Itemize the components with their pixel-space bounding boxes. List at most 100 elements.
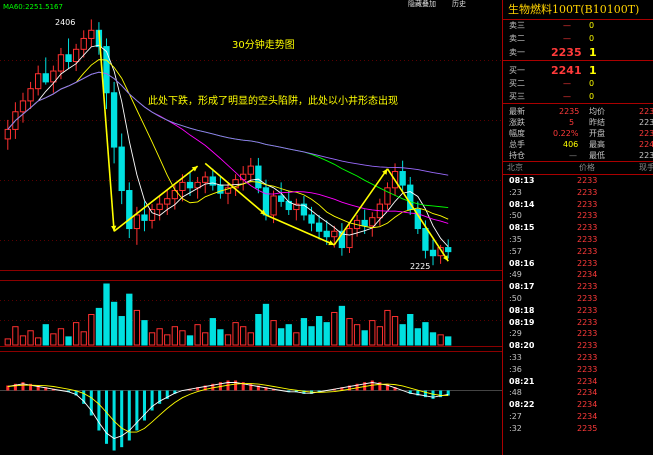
volume-bar	[255, 314, 262, 346]
candle-body	[133, 214, 141, 230]
tick-price: 2233	[577, 341, 598, 351]
tick-time: :23	[509, 187, 522, 197]
tick-row[interactable]: :29 2233	[503, 328, 653, 340]
volume-bar	[35, 337, 42, 346]
ticks-header-price: 价格	[579, 163, 595, 172]
tick-list[interactable]: 08:13 2233:23 2233 08:14 2233:50 2233 08:15 223…	[503, 175, 653, 435]
stat-label: 均价	[589, 107, 605, 116]
volume-bar	[209, 318, 216, 346]
candle-body	[19, 100, 27, 113]
tick-time: 08:18	[509, 305, 535, 315]
ticks-header-time: 北京	[507, 163, 523, 172]
tick-row[interactable]: 08:19 2233	[503, 317, 653, 329]
stat-label: 幅度	[509, 129, 525, 138]
volume-bar	[95, 307, 103, 346]
tick-row[interactable]: :27 2234	[503, 411, 653, 423]
volume-bar	[232, 322, 239, 346]
tick-row[interactable]: 08:21 2234	[503, 376, 653, 388]
volume-bar	[27, 330, 34, 346]
tick-price: 2234	[577, 411, 598, 421]
volume-bar	[293, 332, 300, 346]
tick-row[interactable]: :49 2234	[503, 269, 653, 281]
tick-row[interactable]: :50 2233	[503, 293, 653, 305]
ask-row[interactable]: 卖二 — 0	[503, 33, 653, 46]
volume-bar	[217, 329, 224, 346]
ask-price: —	[563, 21, 571, 30]
volume-bar	[240, 326, 247, 346]
ask-label: 卖三	[509, 21, 525, 30]
bid-row[interactable]: 买一 2241 1	[503, 63, 653, 78]
tick-row[interactable]: 08:13 2233	[503, 175, 653, 187]
tick-row[interactable]: :23 2233	[503, 187, 653, 199]
volume-bar	[202, 332, 209, 346]
tick-row[interactable]: :33 2233	[503, 352, 653, 364]
tick-price: 2233	[577, 176, 598, 185]
candle-body	[247, 165, 254, 175]
tick-time: 08:17	[509, 282, 535, 292]
ask-row[interactable]: 卖一 2235 1	[503, 45, 653, 60]
stat-row: 总手 406 最高 224	[503, 139, 653, 150]
tick-price: 2233	[577, 305, 598, 315]
tick-price: 2234	[577, 376, 598, 386]
overlay-toggle-button[interactable]: 隐藏叠加	[408, 0, 436, 8]
bid-label: 买一	[509, 66, 525, 75]
tick-row[interactable]: 08:15 2233	[503, 222, 653, 234]
bid-book: 买一 2241 1 买二 — 0 买三 — 0	[503, 61, 653, 104]
tick-row[interactable]: :50 2233	[503, 210, 653, 222]
volume-bar	[285, 324, 292, 346]
volume-bar	[422, 322, 429, 346]
tick-row[interactable]: 08:18 2233	[503, 305, 653, 317]
stat-row: 幅度 0.22% 开盘 223	[503, 128, 653, 139]
stat-value: 223	[639, 107, 653, 116]
bid-row[interactable]: 买三 — 0	[503, 91, 653, 104]
history-button[interactable]: 历史	[452, 0, 466, 8]
candle-body	[255, 165, 262, 189]
tick-row[interactable]: 08:14 2233	[503, 199, 653, 211]
ma-line	[7, 44, 449, 248]
ask-label: 卖二	[509, 33, 525, 43]
tick-row[interactable]: :48 2234	[503, 387, 653, 399]
stat-label: 持仓	[509, 151, 525, 160]
tick-row[interactable]: :36 2233	[503, 364, 653, 376]
low-label: 2225	[410, 262, 430, 271]
tick-row[interactable]: 08:17 2233	[503, 281, 653, 293]
tick-row[interactable]: :32 2235	[503, 423, 653, 435]
quote-panel: 生物燃料100T(B10100T) 卖三 —0 卖二 —0 卖一 2235 1 买一 22…	[502, 0, 653, 455]
candle-body	[240, 173, 247, 181]
tick-row[interactable]: 08:20 2233	[503, 340, 653, 352]
volume-bar	[308, 326, 315, 346]
stat-label: 总手	[509, 140, 525, 149]
volume-bar	[126, 293, 133, 346]
candle-body	[126, 190, 133, 230]
tick-row[interactable]: :57 2233	[503, 246, 653, 258]
tick-row[interactable]: 08:16 2233	[503, 258, 653, 270]
volume-bar	[391, 316, 399, 346]
tick-time: :33	[509, 352, 522, 362]
tick-time: :48	[509, 388, 522, 398]
tick-price: 2233	[577, 199, 598, 209]
ask-row[interactable]: 卖三 — 0	[503, 20, 653, 33]
candle-body	[308, 214, 315, 224]
candle-body	[35, 73, 42, 90]
stat-value: 5	[569, 118, 575, 127]
bid-row[interactable]: 买二 — 0	[503, 78, 653, 91]
tick-price: 2233	[577, 211, 598, 221]
candle-body	[270, 195, 277, 216]
tick-row[interactable]: 08:22 2234	[503, 399, 653, 411]
candle-body	[141, 214, 148, 221]
volume-bar	[429, 332, 437, 346]
ask-volume: 1	[589, 46, 597, 59]
volume-bar	[65, 336, 72, 346]
stats-block: 最新 2235 均价 223 涨跌 5 昨结 223 幅度 0.22% 开盘 223 总手 406 最…	[503, 104, 653, 162]
volume-bar	[262, 303, 270, 346]
volume-bar	[4, 338, 11, 346]
stat-label: 最新	[509, 107, 525, 116]
bid-price: —	[563, 79, 571, 88]
volume-bar	[376, 326, 384, 346]
stat-value: 223	[639, 151, 653, 160]
tick-time: :50	[509, 211, 522, 221]
candle-body	[384, 187, 391, 205]
ticks-header: 北京 价格 现手	[503, 162, 653, 175]
tick-row[interactable]: :35 2233	[503, 234, 653, 246]
volume-bar	[194, 324, 201, 346]
